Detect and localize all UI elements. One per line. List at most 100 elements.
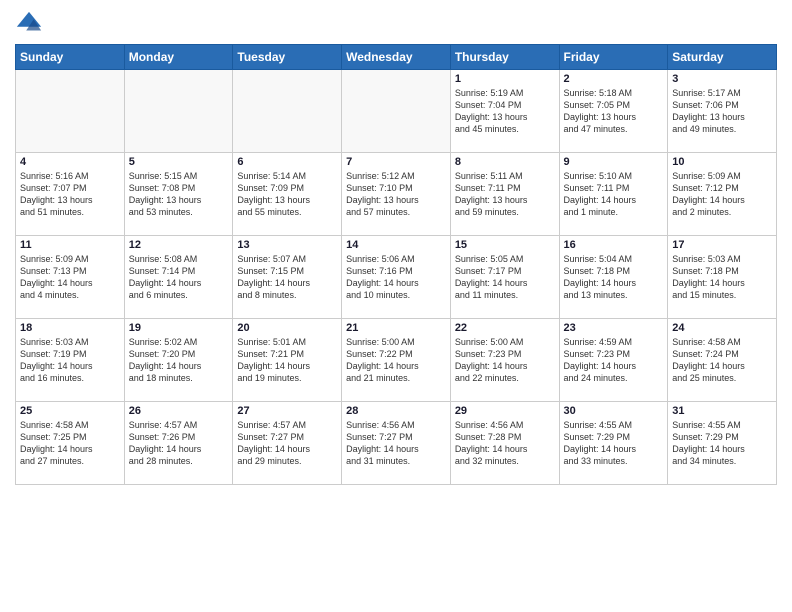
calendar-cell: 19 Sunrise: 5:02 AM Sunset: 7:20 PM Dayli… [124, 319, 233, 402]
day-info: Sunrise: 5:03 AM Sunset: 7:18 PM Dayligh… [672, 253, 772, 302]
calendar-cell: 28 Sunrise: 4:56 AM Sunset: 7:27 PM Dayli… [342, 402, 451, 485]
day-info: Sunrise: 5:10 AM Sunset: 7:11 PM Dayligh… [564, 170, 664, 219]
day-number: 16 [564, 239, 664, 251]
calendar-cell: 27 Sunrise: 4:57 AM Sunset: 7:27 PM Dayli… [233, 402, 342, 485]
calendar-cell: 31 Sunrise: 4:55 AM Sunset: 7:29 PM Dayli… [668, 402, 777, 485]
calendar-cell: 30 Sunrise: 4:55 AM Sunset: 7:29 PM Dayli… [559, 402, 668, 485]
calendar-page: SundayMondayTuesdayWednesdayThursdayFrid… [0, 0, 792, 612]
day-number: 31 [672, 405, 772, 417]
day-number: 15 [455, 239, 555, 251]
calendar-cell: 25 Sunrise: 4:58 AM Sunset: 7:25 PM Dayli… [16, 402, 125, 485]
day-info: Sunrise: 5:04 AM Sunset: 7:18 PM Dayligh… [564, 253, 664, 302]
day-number: 19 [129, 322, 229, 334]
day-number: 24 [672, 322, 772, 334]
calendar-cell: 17Sunrise: 5:03 AM Sunset: 7:18 PM Dayli… [668, 236, 777, 319]
day-info: Sunrise: 4:56 AM Sunset: 7:28 PM Dayligh… [455, 419, 555, 468]
day-info: Sunrise: 5:15 AM Sunset: 7:08 PM Dayligh… [129, 170, 229, 219]
day-number: 12 [129, 239, 229, 251]
calendar-cell: 23Sunrise: 4:59 AM Sunset: 7:23 PM Dayli… [559, 319, 668, 402]
day-info: Sunrise: 5:03 AM Sunset: 7:19 PM Dayligh… [20, 336, 120, 385]
day-number: 14 [346, 239, 446, 251]
day-info: Sunrise: 5:09 AM Sunset: 7:13 PM Dayligh… [20, 253, 120, 302]
calendar-cell: 7 Sunrise: 5:12 AM Sunset: 7:10 PM Daylig… [342, 153, 451, 236]
weekday-header-tuesday: Tuesday [233, 45, 342, 70]
day-number: 1 [455, 73, 555, 85]
day-number: 18 [20, 322, 120, 334]
calendar-cell: 15 Sunrise: 5:05 AM Sunset: 7:17 PM Dayli… [450, 236, 559, 319]
day-number: 28 [346, 405, 446, 417]
calendar-cell: 9 Sunrise: 5:10 AM Sunset: 7:11 PM Daylig… [559, 153, 668, 236]
calendar-cell [16, 70, 125, 153]
day-info: Sunrise: 5:05 AM Sunset: 7:17 PM Dayligh… [455, 253, 555, 302]
day-info: Sunrise: 5:00 AM Sunset: 7:22 PM Dayligh… [346, 336, 446, 385]
day-info: Sunrise: 5:06 AM Sunset: 7:16 PM Dayligh… [346, 253, 446, 302]
day-info: Sunrise: 4:58 AM Sunset: 7:24 PM Dayligh… [672, 336, 772, 385]
calendar-cell: 18 Sunrise: 5:03 AM Sunset: 7:19 PM Dayli… [16, 319, 125, 402]
calendar-cell: 16 Sunrise: 5:04 AM Sunset: 7:18 PM Dayli… [559, 236, 668, 319]
day-number: 7 [346, 156, 446, 168]
calendar-cell: 1 Sunrise: 5:19 AM Sunset: 7:04 PM Daylig… [450, 70, 559, 153]
calendar-cell: 21 Sunrise: 5:00 AM Sunset: 7:22 PM Dayli… [342, 319, 451, 402]
calendar-cell: 10 Sunrise: 5:09 AM Sunset: 7:12 PM Dayli… [668, 153, 777, 236]
calendar-week-row: 1 Sunrise: 5:19 AM Sunset: 7:04 PM Daylig… [16, 70, 777, 153]
calendar-week-row: 18 Sunrise: 5:03 AM Sunset: 7:19 PM Dayli… [16, 319, 777, 402]
weekday-header-saturday: Saturday [668, 45, 777, 70]
day-info: Sunrise: 4:56 AM Sunset: 7:27 PM Dayligh… [346, 419, 446, 468]
calendar-cell: 24 Sunrise: 4:58 AM Sunset: 7:24 PM Dayli… [668, 319, 777, 402]
calendar-cell: 11 Sunrise: 5:09 AM Sunset: 7:13 PM Dayli… [16, 236, 125, 319]
day-info: Sunrise: 4:55 AM Sunset: 7:29 PM Dayligh… [564, 419, 664, 468]
calendar-cell: 5Sunrise: 5:15 AM Sunset: 7:08 PM Daylig… [124, 153, 233, 236]
day-info: Sunrise: 5:12 AM Sunset: 7:10 PM Dayligh… [346, 170, 446, 219]
weekday-header-row: SundayMondayTuesdayWednesdayThursdayFrid… [16, 45, 777, 70]
day-info: Sunrise: 4:57 AM Sunset: 7:26 PM Dayligh… [129, 419, 229, 468]
day-number: 22 [455, 322, 555, 334]
calendar-table: SundayMondayTuesdayWednesdayThursdayFrid… [15, 44, 777, 485]
weekday-header-monday: Monday [124, 45, 233, 70]
day-info: Sunrise: 4:57 AM Sunset: 7:27 PM Dayligh… [237, 419, 337, 468]
calendar-cell: 8 Sunrise: 5:11 AM Sunset: 7:11 PM Daylig… [450, 153, 559, 236]
day-number: 3 [672, 73, 772, 85]
page-header [15, 10, 777, 38]
calendar-cell: 13 Sunrise: 5:07 AM Sunset: 7:15 PM Dayli… [233, 236, 342, 319]
calendar-cell: 12Sunrise: 5:08 AM Sunset: 7:14 PM Dayli… [124, 236, 233, 319]
day-info: Sunrise: 5:14 AM Sunset: 7:09 PM Dayligh… [237, 170, 337, 219]
day-number: 30 [564, 405, 664, 417]
day-number: 13 [237, 239, 337, 251]
calendar-cell: 4 Sunrise: 5:16 AM Sunset: 7:07 PM Daylig… [16, 153, 125, 236]
day-number: 21 [346, 322, 446, 334]
day-number: 4 [20, 156, 120, 168]
day-info: Sunrise: 5:17 AM Sunset: 7:06 PM Dayligh… [672, 87, 772, 136]
day-number: 9 [564, 156, 664, 168]
calendar-cell: 3 Sunrise: 5:17 AM Sunset: 7:06 PM Daylig… [668, 70, 777, 153]
day-info: Sunrise: 5:11 AM Sunset: 7:11 PM Dayligh… [455, 170, 555, 219]
day-info: Sunrise: 5:16 AM Sunset: 7:07 PM Dayligh… [20, 170, 120, 219]
calendar-week-row: 25 Sunrise: 4:58 AM Sunset: 7:25 PM Dayli… [16, 402, 777, 485]
calendar-week-row: 4 Sunrise: 5:16 AM Sunset: 7:07 PM Daylig… [16, 153, 777, 236]
calendar-cell: 14 Sunrise: 5:06 AM Sunset: 7:16 PM Dayli… [342, 236, 451, 319]
day-number: 8 [455, 156, 555, 168]
calendar-cell [124, 70, 233, 153]
day-number: 27 [237, 405, 337, 417]
day-info: Sunrise: 5:09 AM Sunset: 7:12 PM Dayligh… [672, 170, 772, 219]
day-number: 20 [237, 322, 337, 334]
day-number: 10 [672, 156, 772, 168]
calendar-cell [233, 70, 342, 153]
calendar-cell: 29Sunrise: 4:56 AM Sunset: 7:28 PM Dayli… [450, 402, 559, 485]
day-info: Sunrise: 5:18 AM Sunset: 7:05 PM Dayligh… [564, 87, 664, 136]
calendar-cell: 20 Sunrise: 5:01 AM Sunset: 7:21 PM Dayli… [233, 319, 342, 402]
calendar-cell: 22 Sunrise: 5:00 AM Sunset: 7:23 PM Dayli… [450, 319, 559, 402]
calendar-cell: 26Sunrise: 4:57 AM Sunset: 7:26 PM Dayli… [124, 402, 233, 485]
weekday-header-sunday: Sunday [16, 45, 125, 70]
day-info: Sunrise: 5:02 AM Sunset: 7:20 PM Dayligh… [129, 336, 229, 385]
weekday-header-thursday: Thursday [450, 45, 559, 70]
day-info: Sunrise: 4:58 AM Sunset: 7:25 PM Dayligh… [20, 419, 120, 468]
day-number: 25 [20, 405, 120, 417]
day-info: Sunrise: 5:01 AM Sunset: 7:21 PM Dayligh… [237, 336, 337, 385]
day-number: 11 [20, 239, 120, 251]
day-number: 6 [237, 156, 337, 168]
day-info: Sunrise: 5:19 AM Sunset: 7:04 PM Dayligh… [455, 87, 555, 136]
logo-icon [15, 10, 43, 38]
day-info: Sunrise: 5:00 AM Sunset: 7:23 PM Dayligh… [455, 336, 555, 385]
day-info: Sunrise: 5:07 AM Sunset: 7:15 PM Dayligh… [237, 253, 337, 302]
day-info: Sunrise: 4:55 AM Sunset: 7:29 PM Dayligh… [672, 419, 772, 468]
